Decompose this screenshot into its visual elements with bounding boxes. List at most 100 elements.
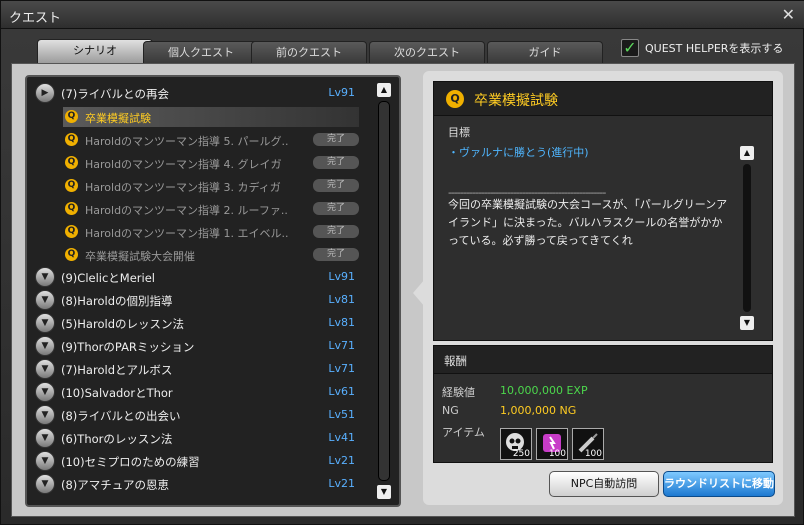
item-count: 100 [584,449,602,459]
sub-quest[interactable]: Q Haroldのマンツーマン指導 1. エイベル.. 完了 [63,222,359,242]
quest-icon: Q [65,225,78,238]
group-name: (9)ThorのPARミッション [61,340,195,354]
pink-card-icon[interactable]: 100 [536,428,568,460]
quest-group[interactable]: ▼ (8)Haroldの個別指導 Lv81 [33,290,375,310]
title-bar: クエスト ✕ [1,1,804,29]
detail-title: 卒業模擬試験 [474,93,558,109]
group-level: Lv21 [328,477,355,490]
expand-icon[interactable]: ▼ [35,474,55,494]
group-level: Lv91 [328,270,355,283]
sub-quest-name: Haroldのマンツーマン指導 4. グレイガ [85,158,282,171]
detail-pointer [413,279,425,307]
group-level: Lv41 [328,431,355,444]
group-level: Lv61 [328,385,355,398]
sub-quest-selected[interactable]: Q 卒業模擬試験 [63,107,359,127]
quest-window: クエスト ✕ シナリオ 個人クエスト 前のクエスト 次のクエスト ガイド ✓ Q… [0,0,804,525]
sub-quest-name: Haroldのマンツーマン指導 2. ルーファ.. [85,204,288,217]
group-name: (7)ライバルとの再会 [61,87,169,101]
group-level: Lv81 [328,316,355,329]
close-icon[interactable]: ✕ [782,5,795,24]
npc-auto-visit-button[interactable]: NPC自動訪問 [549,471,659,497]
item-count: 250 [512,449,530,459]
objective-label: 目標 [448,126,470,139]
quest-group[interactable]: ▼ (9)ClelicとMeriel Lv91 [33,267,375,287]
scroll-down-icon[interactable]: ▼ [377,485,391,499]
quest-group[interactable]: ▼ (8)アマチュアの恩恵 Lv21 [33,474,375,494]
quest-icon: Q [65,248,78,261]
quest-group[interactable]: ▼ (10)SalvadorとThor Lv61 [33,382,375,402]
scroll-thumb[interactable] [378,101,390,481]
group-name: (6)Thorのレッスン法 [61,432,173,446]
expand-icon[interactable]: ▼ [35,290,55,310]
quest-group-expanded[interactable]: ▶ (7)ライバルとの再会 Lv91 [33,83,375,103]
tab-next[interactable]: 次のクエスト [369,41,485,63]
go-to-round-list-button[interactable]: ラウンドリストに移動 [663,471,775,497]
quest-group[interactable]: ▼ (5)Haroldのレッスン法 Lv81 [33,313,375,333]
sub-quest-name: Haroldのマンツーマン指導 1. エイベル.. [85,227,289,240]
expand-icon[interactable]: ▼ [35,382,55,402]
expand-icon[interactable]: ▼ [35,313,55,333]
group-level: Lv71 [328,362,355,375]
group-level: Lv21 [328,454,355,467]
syringe-icon[interactable]: 100 [572,428,604,460]
quest-icon: Q [65,156,78,169]
sub-quest[interactable]: Q Haroldのマンツーマン指導 3. カディガ 完了 [63,176,359,196]
scroll-down-icon[interactable]: ▼ [740,316,754,330]
expand-icon[interactable]: ▼ [35,359,55,379]
tab-guide[interactable]: ガイド [487,41,603,63]
window-title: クエスト [9,11,62,26]
skull-ball-icon[interactable]: 250 [500,428,532,460]
complete-badge: 完了 [313,179,359,192]
expand-icon[interactable]: ▼ [35,267,55,287]
group-name: (5)Haroldのレッスン法 [61,317,184,331]
group-name: (8)アマチュアの恩恵 [61,478,170,492]
quest-group[interactable]: ▼ (6)Thorのレッスン法 Lv41 [33,428,375,448]
objective-text: ・ヴァルナに勝とう(進行中) [448,146,589,159]
quest-group[interactable]: ▼ (8)ライバルとの出会い Lv51 [33,405,375,425]
group-name: (7)Haroldとアルボス [61,363,173,377]
group-level: Lv91 [328,86,355,99]
quest-helper-toggle[interactable]: ✓ QUEST HELPERを表示する [621,38,783,58]
complete-badge: 完了 [313,248,359,261]
scroll-up-icon[interactable]: ▲ [377,83,391,97]
group-name: (8)ライバルとの出会い [61,409,181,423]
sub-quest[interactable]: Q 卒業模擬試験大会開催 完了 [63,245,359,265]
group-name: (8)Haroldの個別指導 [61,294,173,308]
complete-badge: 完了 [313,133,359,146]
group-level: Lv51 [328,408,355,421]
quest-icon: Q [65,133,78,146]
detail-scrollbar[interactable]: ▲ ▼ [740,146,754,330]
complete-badge: 完了 [313,156,359,169]
tab-previous[interactable]: 前のクエスト [251,41,367,63]
sub-quest[interactable]: Q Haroldのマンツーマン指導 4. グレイガ 完了 [63,153,359,173]
quest-icon: Q [65,202,78,215]
tab-scenario[interactable]: シナリオ [37,39,153,63]
tab-personal[interactable]: 個人クエスト [143,41,259,63]
item-count: 100 [548,449,566,459]
group-name: (10)セミプロのための練習 [61,455,200,469]
expand-icon[interactable]: ▼ [35,405,55,425]
ng-value: 1,000,000 NG [500,404,577,417]
expand-icon[interactable]: ▼ [35,428,55,448]
detail-header: Q 卒業模擬試験 [434,82,772,116]
sub-quest[interactable]: Q Haroldのマンツーマン指導 2. ルーファ.. 完了 [63,199,359,219]
play-icon[interactable]: ▶ [35,83,55,103]
sub-quest[interactable]: Q Haroldのマンツーマン指導 5. パールグ.. 完了 [63,130,359,150]
item-label: アイテム [442,426,485,439]
quest-group[interactable]: ▼ (7)Haroldとアルボス Lv71 [33,359,375,379]
expand-icon[interactable]: ▼ [35,451,55,471]
group-name: (10)SalvadorとThor [61,386,173,400]
scroll-up-icon[interactable]: ▲ [740,146,754,160]
checkmark-icon[interactable]: ✓ [621,39,639,57]
exp-label: 経験値 [442,386,475,399]
quest-detail: Q 卒業模擬試験 目標 ・ヴァルナに勝とう(進行中) -------------… [433,81,773,341]
group-level: Lv71 [328,339,355,352]
scroll-track[interactable] [743,164,751,312]
quest-group[interactable]: ▼ (10)セミプロのための練習 Lv21 [33,451,375,471]
list-scrollbar[interactable]: ▲ ▼ [377,83,391,499]
group-level: Lv81 [328,293,355,306]
quest-group[interactable]: ▼ (9)ThorのPARミッション Lv71 [33,336,375,356]
expand-icon[interactable]: ▼ [35,336,55,356]
reward-title: 報酬 [444,354,467,368]
sub-quest-name: Haroldのマンツーマン指導 3. カディガ [85,181,281,194]
